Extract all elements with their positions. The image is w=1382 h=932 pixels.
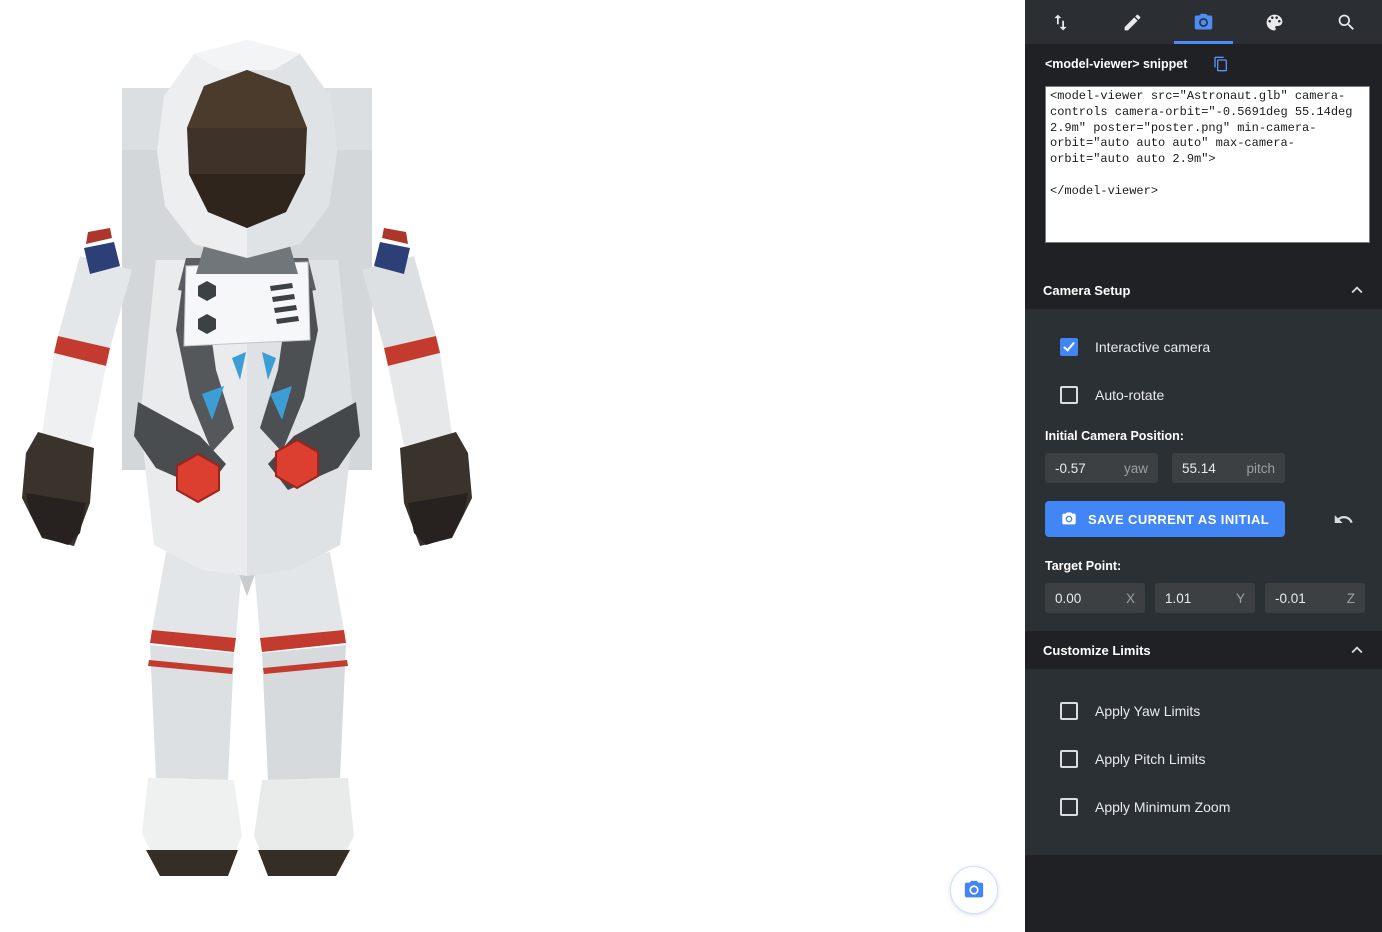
apply-yaw-limits-label: Apply Yaw Limits	[1095, 703, 1200, 719]
yaw-field: yaw	[1045, 453, 1158, 483]
tab-inspector[interactable]	[1311, 0, 1382, 44]
interactive-camera-row[interactable]: Interactive camera	[1045, 323, 1362, 371]
camera-setup-header: Camera Setup	[1025, 271, 1382, 309]
editor-panel: <model-viewer> snippet <model-viewer src…	[1025, 0, 1382, 932]
auto-rotate-label: Auto-rotate	[1095, 387, 1164, 403]
panel-toolbar	[1025, 0, 1382, 44]
tab-camera[interactable]	[1168, 0, 1239, 44]
palette-icon	[1264, 12, 1285, 33]
initial-position-fields: yaw pitch	[1045, 453, 1362, 483]
target-y-suffix-label: Y	[1236, 591, 1245, 606]
target-point-fields: X Y Z	[1045, 583, 1362, 613]
collapse-customize-limits-button[interactable]	[1346, 639, 1368, 661]
target-y-input[interactable]	[1165, 591, 1230, 606]
camera-setup-title: Camera Setup	[1043, 283, 1130, 298]
undo-icon	[1333, 509, 1354, 530]
search-icon	[1336, 12, 1357, 33]
camera-icon	[963, 879, 985, 901]
interactive-camera-label: Interactive camera	[1095, 339, 1210, 355]
pencil-icon	[1122, 12, 1143, 33]
auto-rotate-row[interactable]: Auto-rotate	[1045, 371, 1362, 419]
target-x-field: X	[1045, 583, 1145, 613]
yaw-suffix-label: yaw	[1124, 461, 1148, 476]
target-x-input[interactable]	[1055, 591, 1120, 606]
target-point-label: Target Point:	[1045, 559, 1362, 573]
initial-camera-position-label: Initial Camera Position:	[1045, 429, 1362, 443]
chevron-up-icon	[1346, 639, 1368, 661]
apply-pitch-limits-label: Apply Pitch Limits	[1095, 751, 1205, 767]
chevron-up-icon	[1346, 279, 1368, 301]
pitch-suffix-label: pitch	[1246, 461, 1275, 476]
apply-pitch-limits-row[interactable]: Apply Pitch Limits	[1045, 735, 1362, 783]
camera-icon	[1061, 511, 1077, 527]
target-z-field: Z	[1265, 583, 1365, 613]
pitch-field: pitch	[1172, 453, 1285, 483]
apply-minimum-zoom-checkbox[interactable]	[1060, 798, 1078, 816]
swap-vertical-icon	[1050, 12, 1071, 33]
save-row: SAVE CURRENT AS INITIAL	[1045, 501, 1362, 537]
apply-minimum-zoom-row[interactable]: Apply Minimum Zoom	[1045, 783, 1362, 831]
target-x-suffix-label: X	[1126, 591, 1135, 606]
tab-import[interactable]	[1025, 0, 1096, 44]
auto-rotate-checkbox[interactable]	[1060, 386, 1078, 404]
save-button-label: SAVE CURRENT AS INITIAL	[1088, 512, 1269, 527]
camera-setup-body: Interactive camera Auto-rotate Initial C…	[1025, 309, 1382, 631]
interactive-camera-checkbox[interactable]	[1060, 338, 1078, 356]
tab-edit[interactable]	[1096, 0, 1167, 44]
camera-icon	[1193, 12, 1214, 33]
capture-poster-button[interactable]	[950, 866, 998, 914]
revert-camera-button[interactable]	[1333, 509, 1354, 530]
collapse-camera-setup-button[interactable]	[1346, 279, 1368, 301]
customize-limits-title: Customize Limits	[1043, 643, 1151, 658]
tab-materials[interactable]	[1239, 0, 1310, 44]
customize-limits-header: Customize Limits	[1025, 631, 1382, 669]
pitch-input[interactable]	[1182, 461, 1240, 476]
yaw-input[interactable]	[1055, 461, 1118, 476]
snippet-code-textarea[interactable]: <model-viewer src="Astronaut.glb" camera…	[1045, 86, 1370, 243]
apply-yaw-limits-row[interactable]: Apply Yaw Limits	[1045, 687, 1362, 735]
apply-minimum-zoom-label: Apply Minimum Zoom	[1095, 799, 1230, 815]
astronaut-model	[0, 0, 500, 900]
copy-icon	[1213, 56, 1229, 72]
copy-snippet-button[interactable]	[1213, 56, 1229, 72]
target-y-field: Y	[1155, 583, 1255, 613]
apply-pitch-limits-checkbox[interactable]	[1060, 750, 1078, 768]
model-viewport[interactable]	[0, 0, 1025, 932]
model-viewer-editor: <model-viewer> snippet <model-viewer src…	[0, 0, 1382, 932]
snippet-section: <model-viewer> snippet <model-viewer src…	[1025, 44, 1382, 243]
snippet-title: <model-viewer> snippet	[1045, 57, 1187, 71]
target-z-suffix-label: Z	[1347, 591, 1355, 606]
save-current-as-initial-button[interactable]: SAVE CURRENT AS INITIAL	[1045, 501, 1285, 537]
target-z-input[interactable]	[1275, 591, 1341, 606]
apply-yaw-limits-checkbox[interactable]	[1060, 702, 1078, 720]
customize-limits-body: Apply Yaw Limits Apply Pitch Limits Appl…	[1025, 669, 1382, 855]
